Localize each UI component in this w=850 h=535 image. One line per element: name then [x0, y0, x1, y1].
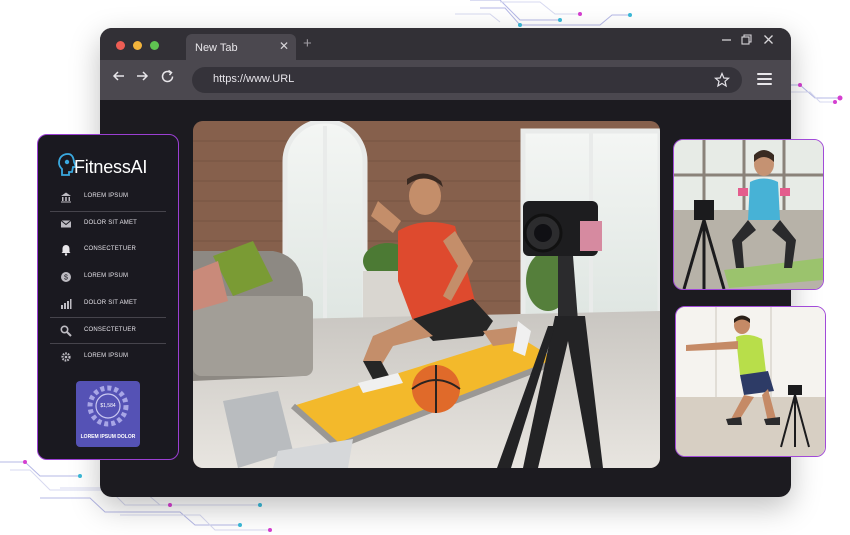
sidebar-item-label: DOLOR SIT AMET [84, 220, 138, 226]
sidebar-item-5[interactable]: DOLOR SIT AMET [50, 294, 166, 316]
title-bar: New Tab ✕ + [100, 28, 791, 60]
sidebar-item-label: LOREM IPSUM [84, 193, 129, 199]
sidebar-item-label: LOREM IPSUM [84, 273, 129, 279]
browser-toolbar: https://www.URL [100, 60, 791, 100]
restore-icon[interactable] [741, 34, 752, 48]
address-bar[interactable]: https://www.URL [192, 67, 742, 93]
reload-icon[interactable] [160, 69, 175, 88]
new-tab-button[interactable]: + [303, 35, 312, 52]
sidebar-item-label: LOREM IPSUM [84, 353, 129, 359]
side-workout-image-1 [673, 139, 824, 290]
dollar-icon: $ [61, 272, 71, 282]
tab-title: New Tab [195, 42, 238, 54]
forward-arrow-icon[interactable] [135, 69, 149, 87]
browser-tab[interactable]: New Tab ✕ [186, 34, 296, 60]
gear-icon [61, 352, 71, 362]
svg-text:$: $ [64, 275, 68, 282]
sidebar-divider [50, 211, 166, 212]
close-icon[interactable] [763, 34, 774, 48]
hamburger-menu-icon[interactable] [757, 73, 772, 88]
promo-amount: $1,584 [100, 403, 116, 409]
app-sidebar: FitnessAI LOREM IPSUM DOLOR SIT AMET CON… [37, 134, 179, 460]
brand-name: FitnessAI [74, 157, 148, 177]
sidebar-item-7[interactable]: LOREM IPSUM [50, 347, 166, 369]
bell-icon [61, 245, 71, 256]
back-arrow-icon[interactable] [112, 69, 126, 87]
main-workout-image [193, 121, 660, 468]
sidebar-item-4[interactable]: $ LOREM IPSUM [50, 267, 166, 289]
maximize-window-dot[interactable] [150, 41, 159, 50]
tab-close-icon[interactable]: ✕ [279, 39, 289, 53]
sidebar-item-6[interactable]: CONSECTETUER [50, 321, 166, 343]
promo-label: LOREM IPSUM DOLOR [80, 434, 136, 440]
sidebar-item-label: DOLOR SIT AMET [84, 300, 138, 306]
sidebar-divider [50, 317, 166, 318]
side-workout-image-2 [675, 306, 826, 457]
search-icon [60, 325, 72, 337]
sidebar-item-3[interactable]: CONSECTETUER [50, 240, 166, 262]
chart-icon [61, 299, 72, 309]
minimize-window-dot[interactable] [133, 41, 142, 50]
sidebar-divider [50, 343, 166, 344]
minimize-icon[interactable] [721, 34, 732, 48]
url-text[interactable]: https://www.URL [213, 73, 294, 85]
sidebar-item-1[interactable]: LOREM IPSUM [50, 187, 166, 209]
bookmark-star-icon[interactable] [713, 70, 731, 92]
sidebar-item-2[interactable]: DOLOR SIT AMET [50, 214, 166, 236]
sidebar-item-label: CONSECTETUER [84, 327, 137, 333]
sidebar-item-label: CONSECTETUER [84, 246, 137, 252]
promo-card[interactable]: $1,584 LOREM IPSUM DOLOR [76, 381, 140, 447]
close-window-dot[interactable] [116, 41, 125, 50]
mail-icon [60, 220, 72, 228]
bank-icon [61, 192, 71, 203]
